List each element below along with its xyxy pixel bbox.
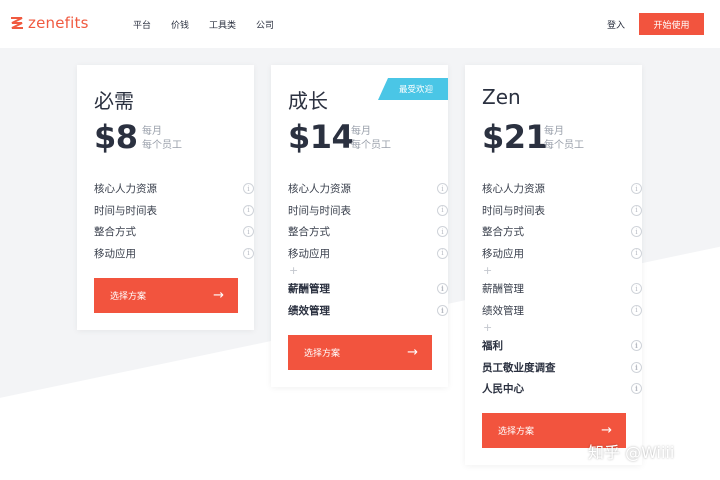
logo[interactable]: zenefits: [10, 14, 89, 32]
info-icon[interactable]: i: [631, 304, 642, 316]
feature-list: 核心人力资源 i 时间与时间表 i 整合方式 i 移动应用 i: [94, 178, 254, 264]
feature-item: 核心人力资源 i: [94, 178, 254, 200]
feature-item: 员工敬业度调查 i: [482, 357, 642, 379]
info-icon[interactable]: i: [243, 204, 254, 216]
feature-item: 绩效管理 i: [288, 300, 448, 322]
info-icon[interactable]: i: [631, 383, 642, 395]
plan-unit: 每月 每个员工: [544, 125, 584, 153]
info-icon[interactable]: i: [437, 304, 448, 316]
plus-icon: +: [483, 264, 493, 277]
feature-list: 核心人力资源 i 时间与时间表 i 整合方式 i 移动应用 i + 薪酬管理 i 绩效管理…: [288, 178, 448, 321]
feature-item: 时间与时间表 i: [288, 200, 448, 222]
choose-plan-button[interactable]: 选择方案 →: [288, 335, 432, 370]
unit-line-1: 每月: [142, 126, 162, 137]
info-icon[interactable]: i: [437, 247, 448, 259]
info-icon[interactable]: i: [243, 247, 254, 259]
plan-name: Zen: [482, 85, 521, 109]
arrow-right-icon: →: [213, 288, 224, 303]
plan-card-zen: Zen $21 每月 每个员工 核心人力资源 i 时间与时间表 i 整合方式 i 移动…: [465, 65, 642, 465]
info-icon[interactable]: i: [631, 361, 642, 373]
plan-name: 成长: [288, 89, 328, 113]
plan-price: $21: [482, 118, 548, 156]
feature-item: 核心人力资源 i: [482, 178, 642, 200]
plan-price: $14: [288, 118, 354, 156]
login-link[interactable]: 登入: [607, 18, 625, 31]
arrow-right-icon: →: [601, 423, 612, 438]
nav-link-pricing[interactable]: 价钱: [171, 18, 189, 31]
nav-link-company[interactable]: 公司: [256, 18, 274, 31]
info-icon[interactable]: i: [631, 183, 642, 195]
info-icon[interactable]: i: [243, 226, 254, 238]
plus-icon: +: [483, 321, 493, 334]
info-icon[interactable]: i: [631, 283, 642, 295]
top-nav: zenefits 平台 价钱 工具类 公司 登入 开始使用: [0, 0, 720, 48]
info-icon[interactable]: i: [631, 204, 642, 216]
unit-line-1: 每月: [351, 126, 371, 137]
plus-icon: +: [289, 264, 299, 277]
feature-item: 人民中心 i: [482, 378, 642, 400]
feature-item: 移动应用 i: [288, 243, 448, 265]
feature-item: 薪酬管理 i: [482, 278, 642, 300]
logo-text: zenefits: [28, 14, 89, 32]
plan-unit: 每月 每个员工: [351, 125, 391, 153]
feature-item: 移动应用 i: [482, 243, 642, 265]
feature-item: 整合方式 i: [94, 221, 254, 243]
most-popular-badge: 最受欢迎: [378, 78, 448, 100]
info-icon[interactable]: i: [631, 247, 642, 259]
info-icon[interactable]: i: [437, 226, 448, 238]
unit-line-2: 每个员工: [142, 140, 182, 151]
info-icon[interactable]: i: [437, 283, 448, 295]
feature-item: 绩效管理 i: [482, 300, 642, 322]
nav-link-platform[interactable]: 平台: [133, 18, 151, 31]
feature-item: 核心人力资源 i: [288, 178, 448, 200]
feature-item: 福利 i: [482, 335, 642, 357]
info-icon[interactable]: i: [437, 204, 448, 216]
nav-link-tools[interactable]: 工具类: [209, 18, 236, 31]
unit-line-1: 每月: [544, 126, 564, 137]
plan-price: $8: [94, 118, 138, 156]
nav-links: 平台 价钱 工具类 公司: [133, 18, 294, 31]
unit-line-2: 每个员工: [544, 140, 584, 151]
info-icon[interactable]: i: [631, 226, 642, 238]
info-icon[interactable]: i: [243, 183, 254, 195]
plan-card-essentials: 必需 $8 每月 每个员工 核心人力资源 i 时间与时间表 i 整合方式 i 移动应用…: [77, 65, 254, 330]
arrow-right-icon: →: [407, 345, 418, 360]
feature-item: 移动应用 i: [94, 243, 254, 265]
feature-item: 时间与时间表 i: [94, 200, 254, 222]
plan-card-growth: 最受欢迎 成长 $14 每月 每个员工 核心人力资源 i 时间与时间表 i 整合方式…: [271, 65, 448, 387]
feature-item: 整合方式 i: [482, 221, 642, 243]
info-icon[interactable]: i: [437, 183, 448, 195]
choose-plan-button[interactable]: 选择方案 →: [94, 278, 238, 313]
feature-item: 薪酬管理 i: [288, 278, 448, 300]
feature-list: 核心人力资源 i 时间与时间表 i 整合方式 i 移动应用 i + 薪酬管理 i 绩效管理…: [482, 178, 642, 400]
feature-item: 时间与时间表 i: [482, 200, 642, 222]
feature-item: 整合方式 i: [288, 221, 448, 243]
zenefits-logo-icon: [11, 17, 23, 29]
get-started-button[interactable]: 开始使用: [639, 13, 704, 35]
watermark: 知乎 @Wiiii: [588, 443, 675, 462]
plan-name: 必需: [94, 89, 134, 113]
plan-unit: 每月 每个员工: [142, 125, 182, 153]
info-icon[interactable]: i: [631, 340, 642, 352]
unit-line-2: 每个员工: [351, 140, 391, 151]
